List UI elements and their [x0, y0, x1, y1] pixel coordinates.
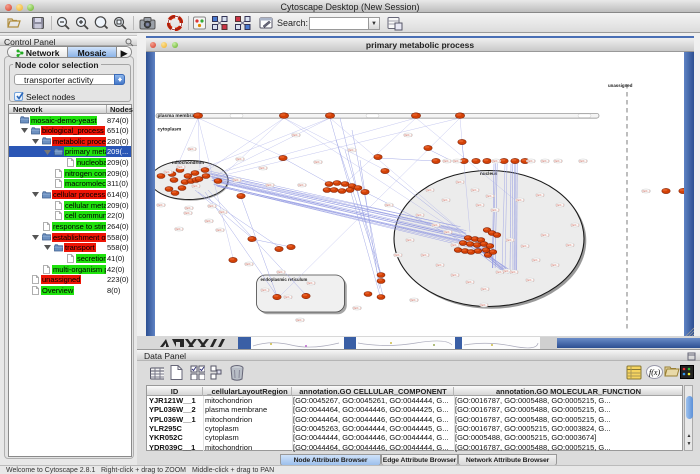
svg-text:[GO..]: [GO..]: [394, 253, 401, 257]
svg-text:[GO..]: [GO..]: [164, 170, 171, 174]
svg-text:f(x): f(x): [649, 368, 660, 377]
svg-text:[GO..]: [GO..]: [456, 180, 463, 184]
svg-text:[GO..]: [GO..]: [245, 262, 252, 266]
svg-text:[GO..]: [GO..]: [406, 238, 413, 242]
svg-text:[GO..]: [GO..]: [296, 318, 303, 322]
svg-text:[GO..]: [GO..]: [421, 253, 428, 257]
svg-text:[GO..]: [GO..]: [466, 280, 473, 284]
svg-text:[GO..]: [GO..]: [436, 263, 443, 267]
svg-text:[GO..]: [GO..]: [556, 203, 563, 207]
svg-text:[GO..]: [GO..]: [451, 243, 458, 247]
svg-text:[GO..]: [GO..]: [216, 228, 223, 232]
svg-text:[GO..]: [GO..]: [506, 238, 513, 242]
svg-text:[GO..]: [GO..]: [410, 298, 417, 302]
svg-text:[GO..]: [GO..]: [353, 306, 360, 310]
svg-text:[GO..]: [GO..]: [307, 281, 314, 285]
svg-text:[GO..]: [GO..]: [532, 258, 539, 262]
svg-text:[GO..]: [GO..]: [192, 184, 199, 188]
svg-text:[GO..]: [GO..]: [442, 198, 449, 202]
svg-text:[GO..]: [GO..]: [266, 183, 273, 187]
svg-text:[GO..]: [GO..]: [551, 263, 558, 267]
svg-text:[GO..]: [GO..]: [188, 147, 195, 151]
svg-text:[GO..]: [GO..]: [175, 227, 182, 231]
svg-text:[GO..]: [GO..]: [219, 210, 226, 214]
svg-text:[GO..]: [GO..]: [348, 148, 355, 152]
svg-text:[GO..]: [GO..]: [185, 206, 192, 210]
svg-text:[GO..]: [GO..]: [404, 133, 411, 137]
svg-text:[GO..]: [GO..]: [314, 160, 321, 164]
svg-text:[GO..]: [GO..]: [205, 219, 212, 223]
svg-text:[GO..]: [GO..]: [385, 203, 392, 207]
svg-text:[GO..]: [GO..]: [416, 213, 423, 217]
svg-text:[GO..]: [GO..]: [432, 223, 439, 227]
svg-text:[GO..]: [GO..]: [541, 233, 548, 237]
svg-text:cytoplasm: cytoplasm: [158, 127, 182, 133]
svg-text:[GO..]: [GO..]: [261, 288, 268, 292]
svg-text:[GO..]: [GO..]: [554, 159, 561, 163]
svg-text:[GO..]: [GO..]: [292, 133, 299, 137]
svg-text:[GO..]: [GO..]: [426, 188, 433, 192]
svg-text:[GO..]: [GO..]: [298, 183, 305, 187]
svg-text:[GO..]: [GO..]: [579, 159, 586, 163]
svg-text:[GO..]: [GO..]: [208, 204, 215, 208]
svg-text:[GO..]: [GO..]: [516, 198, 523, 202]
svg-text:[GO..]: [GO..]: [571, 223, 578, 227]
svg-text:[GO..]: [GO..]: [527, 159, 534, 163]
svg-text:[GO..]: [GO..]: [491, 208, 498, 212]
svg-text:[GO..]: [GO..]: [492, 159, 499, 163]
svg-text:[GO..]: [GO..]: [541, 159, 548, 163]
svg-text:[GO..]: [GO..]: [453, 159, 460, 163]
svg-text:[GO..]: [GO..]: [157, 203, 164, 207]
svg-text:[GO..]: [GO..]: [284, 295, 291, 299]
svg-text:[GO..]: [GO..]: [236, 157, 243, 161]
svg-text:[GO..]: [GO..]: [536, 193, 543, 197]
svg-text:[GO..]: [GO..]: [471, 188, 478, 192]
svg-text:[GO..]: [GO..]: [184, 211, 191, 215]
svg-text:[GO..]: [GO..]: [476, 203, 483, 207]
svg-text:[GO..]: [GO..]: [451, 273, 458, 277]
svg-text:[GO..]: [GO..]: [444, 230, 451, 234]
svg-text:[GO..]: [GO..]: [510, 270, 517, 274]
svg-text:[GO..]: [GO..]: [480, 303, 487, 307]
svg-text:[GO..]: [GO..]: [443, 159, 450, 163]
svg-text:[GO..]: [GO..]: [259, 166, 266, 170]
svg-text:endoplasmic reticulum: endoplasmic reticulum: [261, 277, 308, 282]
svg-text:[GO..]: [GO..]: [481, 287, 488, 291]
svg-text:[GO..]: [GO..]: [177, 165, 184, 169]
svg-text:[GO..]: [GO..]: [233, 178, 240, 182]
svg-text:[GO..]: [GO..]: [521, 244, 528, 248]
svg-text:unassigned: unassigned: [608, 83, 633, 88]
svg-text:[GO..]: [GO..]: [642, 189, 649, 193]
svg-text:[GO..]: [GO..]: [526, 278, 533, 282]
svg-text:[GO..]: [GO..]: [566, 243, 573, 247]
svg-text:[GO..]: [GO..]: [486, 194, 493, 198]
svg-text:[GO..]: [GO..]: [277, 270, 284, 274]
